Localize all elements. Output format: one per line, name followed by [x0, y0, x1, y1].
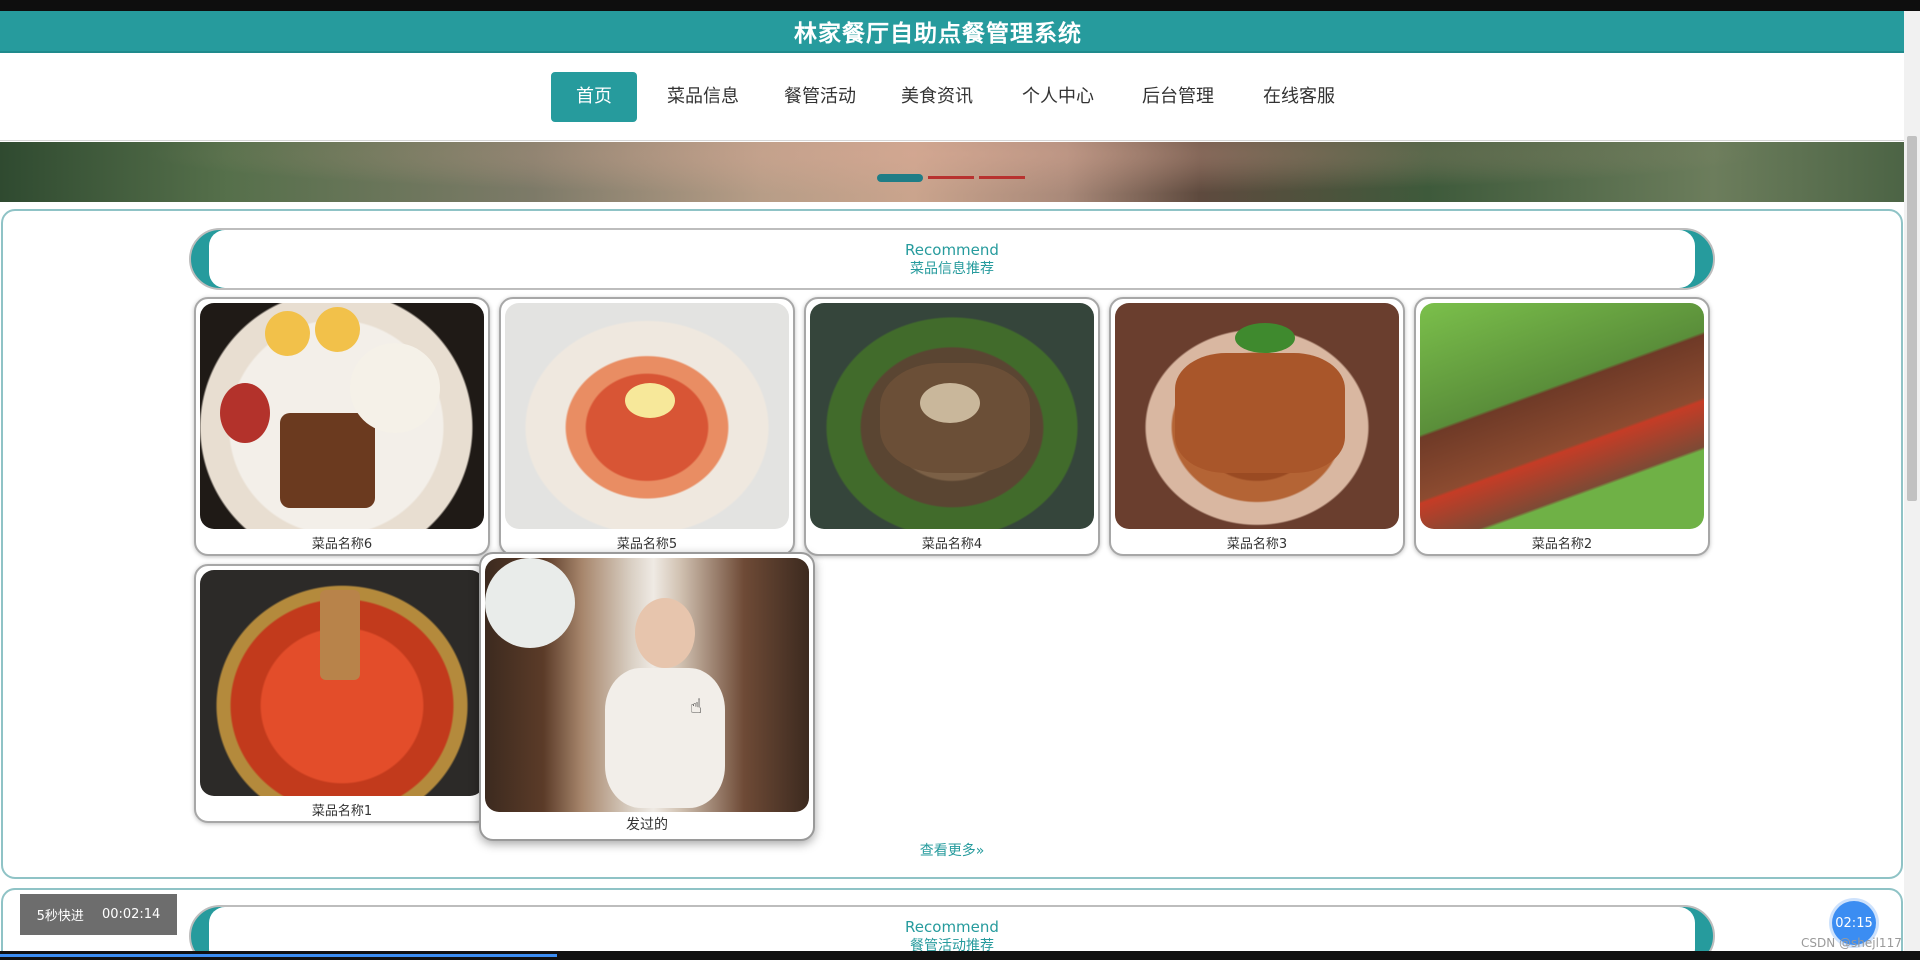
recommend-header: Recommend 菜品信息推荐 — [189, 228, 1715, 290]
dish-card-hovered[interactable]: 发过的 — [479, 552, 815, 841]
dish-name: 菜品名称1 — [311, 804, 373, 819]
dish-name: 菜品名称5 — [616, 537, 678, 552]
nav-admin[interactable]: 后台管理 — [1133, 72, 1223, 122]
recommend-header-inner: Recommend 菜品信息推荐 — [209, 230, 1695, 288]
watermark: CSDN @shejl117 — [1801, 936, 1902, 950]
carousel-indicators — [877, 174, 1025, 182]
page-scrollbar[interactable] — [1904, 11, 1920, 951]
video-progress-fill — [0, 954, 557, 957]
nav-online-service[interactable]: 在线客服 — [1254, 72, 1344, 122]
dish-name: 发过的 — [626, 817, 668, 833]
carousel-dot-3[interactable] — [979, 176, 1025, 179]
dish-card[interactable]: 菜品名称6 — [194, 297, 490, 556]
dish-card[interactable]: 菜品名称4 — [804, 297, 1100, 556]
fast-forward-label: 5秒快进 — [36, 909, 84, 924]
top-black-bar — [0, 0, 1920, 11]
video-progress-bar[interactable] — [0, 951, 1920, 960]
fried-mushroom-image — [810, 303, 1094, 529]
nav-food-news[interactable]: 美食资讯 — [893, 72, 981, 122]
nav-personal-center[interactable]: 个人中心 — [1013, 72, 1103, 122]
elapsed-time: 00:02:14 — [101, 907, 161, 922]
dish-name: 菜品名称2 — [1531, 537, 1593, 552]
page-root: 林家餐厅自助点餐管理系统 首页 菜品信息 餐管活动 美食资讯 个人中心 后台管理… — [0, 0, 1920, 960]
nav-activities[interactable]: 餐管活动 — [775, 72, 865, 122]
hotpot-image — [200, 570, 484, 796]
hero-banner[interactable] — [0, 142, 1904, 202]
carousel-dot-1[interactable] — [877, 174, 923, 182]
dish-name: 菜品名称6 — [311, 537, 373, 552]
nav-home[interactable]: 首页 — [551, 72, 637, 122]
braised-pork-image — [1115, 303, 1399, 529]
activity-heading-en: Recommend — [905, 917, 999, 936]
hand-cursor-icon: ☝ — [690, 694, 703, 718]
app-title: 林家餐厅自助点餐管理系统 — [794, 21, 1082, 47]
woman-portrait-image — [485, 558, 809, 812]
dish-card[interactable]: 菜品名称3 — [1109, 297, 1405, 556]
beef-skewer-image — [1420, 303, 1704, 529]
title-bar: 林家餐厅自助点餐管理系统 — [0, 11, 1904, 53]
banner-image — [0, 142, 1904, 202]
scrollbar-thumb[interactable] — [1907, 136, 1917, 501]
tomato-egg-plate-image — [505, 303, 789, 529]
main-nav: 首页 菜品信息 餐管活动 美食资讯 个人中心 后台管理 在线客服 — [0, 55, 1904, 141]
dish-name: 菜品名称4 — [921, 537, 983, 552]
dish-card[interactable]: 菜品名称2 — [1414, 297, 1710, 556]
recommend-heading-en: Recommend — [905, 240, 999, 259]
carousel-dot-2[interactable] — [928, 176, 974, 179]
dish-name: 菜品名称3 — [1226, 537, 1288, 552]
nav-dish-info[interactable]: 菜品信息 — [659, 72, 747, 122]
waffle-breakfast-image — [200, 303, 484, 529]
fast-forward-overlay[interactable]: 5秒快进 00:02:14 — [20, 894, 177, 935]
dish-card[interactable]: 菜品名称1 — [194, 564, 490, 823]
recommend-heading-cn: 菜品信息推荐 — [910, 260, 994, 277]
dish-card[interactable]: 菜品名称5 — [499, 297, 795, 556]
view-more-link[interactable]: 查看更多» — [0, 840, 1904, 860]
